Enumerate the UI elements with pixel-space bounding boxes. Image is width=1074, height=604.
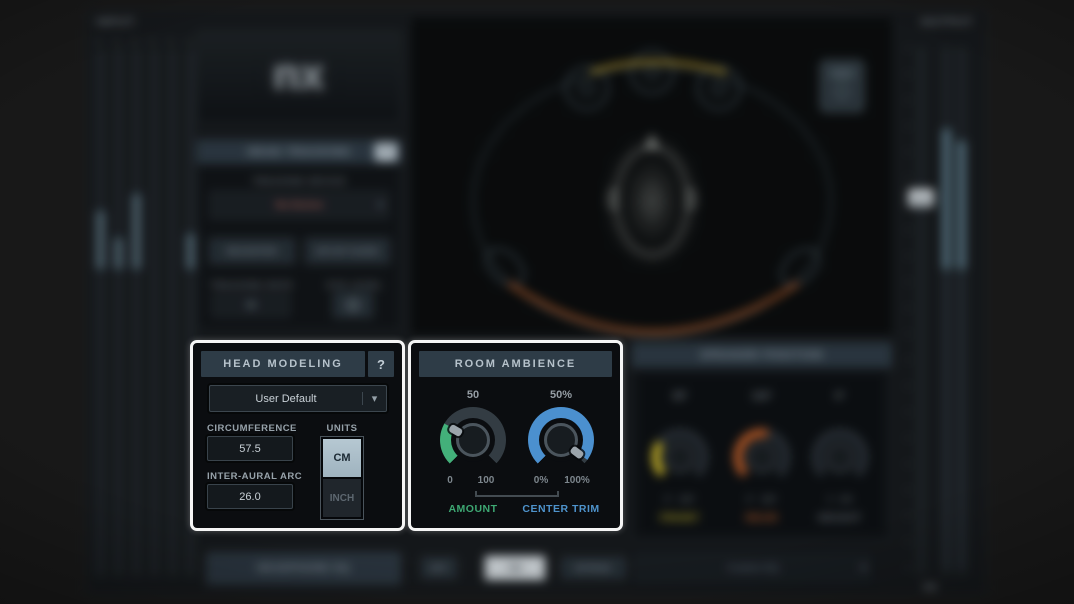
speaker-position-panel: SPEAKER POSITION 30° 0° 180° FRONT 110° … [631,342,891,541]
chevron-down-icon: ▾ [378,200,383,211]
amount-min: 0 [440,475,460,486]
knob-face [825,442,855,472]
input-meter-track [96,49,105,576]
tracking-device-value: No Device [275,200,323,211]
nx-logo: nx [197,50,400,100]
inter-aural-arc-label: INTER-AURAL ARC [207,471,302,482]
toggle-on-button[interactable]: ON [484,555,546,581]
tracking-device-label: TRACKING DEVICE [197,176,402,186]
camera-icon[interactable] [820,60,864,112]
recenter-button[interactable]: RECENTER [209,238,295,264]
head-preset-value: User Default [210,393,362,405]
tracking-rate-label: TRACKING RATE [197,280,307,290]
help-button[interactable]: ? [368,351,394,377]
center-trim-value: 50% [531,389,591,401]
output-readout: 0.0 [908,582,952,592]
rear-arc [510,284,797,332]
front-knob-label: FRONT [645,513,715,524]
eye-level-label: EYE LEVEL [315,280,395,290]
output-meter-bar [957,141,966,269]
circumference-label: CIRCUMFERENCE [207,423,297,434]
amount-knob[interactable] [440,407,506,473]
knob-face [665,442,695,472]
output-meter-bar [942,129,951,269]
input-meter-bar [186,234,195,269]
toggle-off-button[interactable]: OFF [421,557,457,579]
units-toggle: CM INCH [320,436,364,520]
knob-face [747,442,777,472]
toggle-bypass-button[interactable]: BYPASS [561,557,626,579]
height-knob-scale: 0 100 [805,495,875,504]
head-modeling-headerbar: HEAD MODELING ? [201,351,394,377]
output-fader-track [917,47,925,575]
room-ambience-headerbar: ROOM AMBIENCE [419,351,612,377]
center-trim-knob[interactable] [528,407,594,473]
input-meter-track [168,49,177,576]
rear-knob-scale: 0° 180° [727,495,797,504]
tracking-rate-value: 30 [246,300,256,310]
head-modeling-title: HEAD MODELING [201,351,365,377]
setup-guide-button[interactable]: SETUP GUIDE [305,238,390,264]
room-ambience-title: ROOM AMBIENCE [419,351,612,377]
chevron-down-icon: ▾ [362,392,386,405]
output-label: OUTPUT [921,17,974,28]
output-fader-handle[interactable] [908,189,934,207]
input-label: INPUT [96,17,136,28]
units-label: UNITS [320,423,364,434]
center-trim-min: 0% [528,475,554,486]
eye-level-icon [347,299,359,311]
room-ambience-panel: ROOM AMBIENCE 50 0 100 50% 0% 100% AMOUN… [408,340,623,531]
tracking-device-dropdown[interactable]: No Device ▾ [209,190,390,220]
front-knob-scale: 0° 180° [645,495,715,504]
camera-icon-part [834,84,850,100]
output-meter-low [942,269,951,569]
amount-max: 100 [471,475,501,486]
knob-link-bracket [475,491,559,497]
rear-knob[interactable] [734,429,790,485]
eq-preset-value: Custom EQ [727,563,779,574]
logo-box: nx [196,31,401,123]
front-knob-value: 30° [650,391,710,402]
amount-label: AMOUNT [433,503,513,515]
rear-knob-label: REAR [727,513,797,524]
head-modeling-panel: HEAD MODELING ? User Default ▾ CIRCUMFER… [190,340,405,531]
output-scale-ticks [906,47,910,575]
screenshot-root: INPUT nx HEAD TRACKING ? TRACKING DEVICE [0,0,1074,604]
head-tracking-header: HEAD TRACKING [197,140,402,164]
input-meter-bar [132,194,141,269]
inter-aural-arc-field[interactable]: 26.0 [207,484,293,509]
height-knob-value: 0° [810,391,870,402]
input-meter-bar [114,238,123,269]
center-trim-max: 100% [558,475,596,486]
head-preset-dropdown[interactable]: User Default ▾ [209,385,387,412]
rear-knob-value: 110° [732,391,792,402]
camera-icon-part [830,68,854,79]
speaker-visualization [409,15,894,337]
speaker-position-header: SPEAKER POSITION [632,343,892,368]
output-meter-low [957,269,966,569]
front-arc [592,62,725,72]
input-meter-ticks [96,40,196,43]
center-trim-label: CENTER TRIM [516,503,606,515]
unit-cm-button[interactable]: CM [323,439,361,477]
unit-inch-button[interactable]: INCH [323,479,361,517]
height-knob[interactable] [812,429,868,485]
circumference-field[interactable]: 57.5 [207,436,293,461]
eq-preset-dropdown[interactable]: Custom EQ ▾ [633,552,873,584]
head-tracking-panel: HEAD TRACKING ? TRACKING DEVICE No Devic… [196,139,401,331]
input-meter-track [132,49,141,576]
height-knob-label: HEIGHT [805,513,875,524]
headphone-eq-button[interactable]: HEADPHONE EQ [206,552,401,585]
help-button[interactable]: ? [375,143,397,161]
front-knob[interactable] [652,429,708,485]
input-meter-track [114,49,123,576]
amount-value: 50 [443,389,503,401]
input-meter-bar [96,211,105,269]
eye-level-button[interactable] [333,292,373,318]
chevron-down-icon: ▾ [861,563,866,574]
tracking-rate-box[interactable]: 30 [211,292,291,318]
input-meter-track [150,49,159,576]
